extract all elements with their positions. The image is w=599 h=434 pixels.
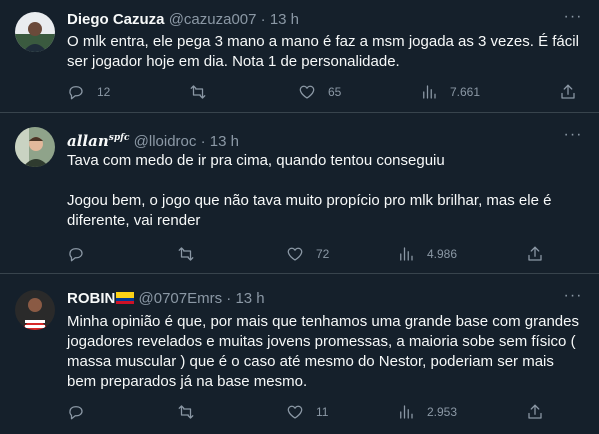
- reply-button[interactable]: [67, 402, 97, 422]
- retweet-icon: [178, 247, 194, 261]
- more-options-icon[interactable]: ···: [563, 127, 583, 148]
- display-name[interactable]: ROBIN: [67, 290, 135, 307]
- share-button[interactable]: [526, 244, 544, 264]
- display-name[interactable]: Diego Cazuza: [67, 11, 165, 28]
- reply-icon: [69, 406, 83, 420]
- like-count: 11: [316, 405, 329, 419]
- tweet-feed: Diego Cazuza @cazuza007 · 13 h ··· O mlk…: [0, 0, 599, 434]
- retweet-button[interactable]: [177, 402, 207, 422]
- handle[interactable]: @cazuza007: [169, 11, 257, 28]
- view-count: 2.953: [427, 405, 458, 419]
- tweet-actions: 12 65 7.661: [67, 82, 587, 102]
- reply-button[interactable]: [67, 244, 97, 264]
- retweet-button[interactable]: [189, 82, 219, 102]
- share-button[interactable]: [559, 82, 577, 102]
- tweet-actions: 72 4.986: [67, 244, 587, 264]
- tweet-header: ROBIN @0707Emrs · 13 h: [67, 289, 559, 309]
- display-name[interactable]: allanspfc: [67, 132, 129, 150]
- separator: ·: [260, 11, 266, 28]
- avatar[interactable]: [15, 12, 55, 52]
- like-count: 65: [328, 85, 342, 99]
- heart-icon: [287, 405, 303, 419]
- retweet-icon: [190, 85, 206, 99]
- timestamp[interactable]: 13 h: [235, 290, 264, 307]
- views-icon: [423, 85, 436, 99]
- views-button[interactable]: 4.986: [397, 244, 457, 264]
- view-count: 4.986: [427, 247, 458, 261]
- share-button[interactable]: [526, 402, 544, 422]
- like-button[interactable]: 11: [286, 402, 328, 422]
- separator: ·: [200, 133, 206, 150]
- tweet-card[interactable]: Diego Cazuza @cazuza007 · 13 h ··· O mlk…: [0, 0, 599, 113]
- views-icon: [400, 247, 413, 261]
- retweet-icon: [178, 405, 194, 419]
- tweet-text: Minha opinião é que, por mais que tenham…: [67, 313, 579, 390]
- timestamp[interactable]: 13 h: [270, 11, 299, 28]
- tweet-card[interactable]: allanspfc @lloidroc · 13 h ··· Tava com …: [0, 113, 599, 274]
- handle[interactable]: @0707Emrs: [139, 290, 223, 307]
- more-options-icon[interactable]: ···: [563, 9, 583, 30]
- view-count: 7.661: [450, 85, 481, 99]
- colombia-flag-icon: [116, 292, 135, 304]
- avatar[interactable]: [15, 127, 55, 167]
- tweet-card[interactable]: ROBIN @0707Emrs · 13 h ··· Minha opinião…: [0, 274, 599, 434]
- timestamp[interactable]: 13 h: [210, 133, 239, 150]
- reply-icon: [69, 86, 83, 100]
- display-name-suffix: spfc: [108, 133, 130, 143]
- tweet-text: O mlk entra, ele pega 3 mano a mano é fa…: [67, 33, 579, 70]
- heart-icon: [287, 247, 303, 261]
- views-button[interactable]: 7.661: [420, 82, 480, 102]
- views-button[interactable]: 2.953: [397, 402, 457, 422]
- share-icon: [561, 84, 575, 99]
- views-icon: [400, 405, 413, 419]
- tweet-header: allanspfc @lloidroc · 13 h: [67, 128, 559, 150]
- reply-button[interactable]: 12: [67, 82, 110, 102]
- tweet-text: Tava com medo de ir pra cima, quando ten…: [67, 152, 552, 229]
- retweet-button[interactable]: [177, 244, 207, 264]
- share-icon: [528, 246, 542, 261]
- separator: ·: [226, 290, 232, 307]
- tweet-header: Diego Cazuza @cazuza007 · 13 h: [67, 10, 559, 30]
- reply-count: 12: [97, 85, 111, 99]
- reply-icon: [69, 248, 83, 262]
- like-count: 72: [316, 247, 330, 261]
- like-button[interactable]: 65: [298, 82, 341, 102]
- display-name-text: ROBIN: [67, 290, 116, 307]
- avatar[interactable]: [15, 290, 55, 330]
- share-icon: [528, 404, 542, 419]
- like-button[interactable]: 72: [286, 244, 329, 264]
- tweet-actions: 11 2.953: [67, 402, 587, 422]
- heart-icon: [299, 85, 315, 99]
- display-name-text: allan: [67, 132, 109, 150]
- more-options-icon[interactable]: ···: [563, 288, 583, 309]
- handle[interactable]: @lloidroc: [134, 133, 197, 150]
